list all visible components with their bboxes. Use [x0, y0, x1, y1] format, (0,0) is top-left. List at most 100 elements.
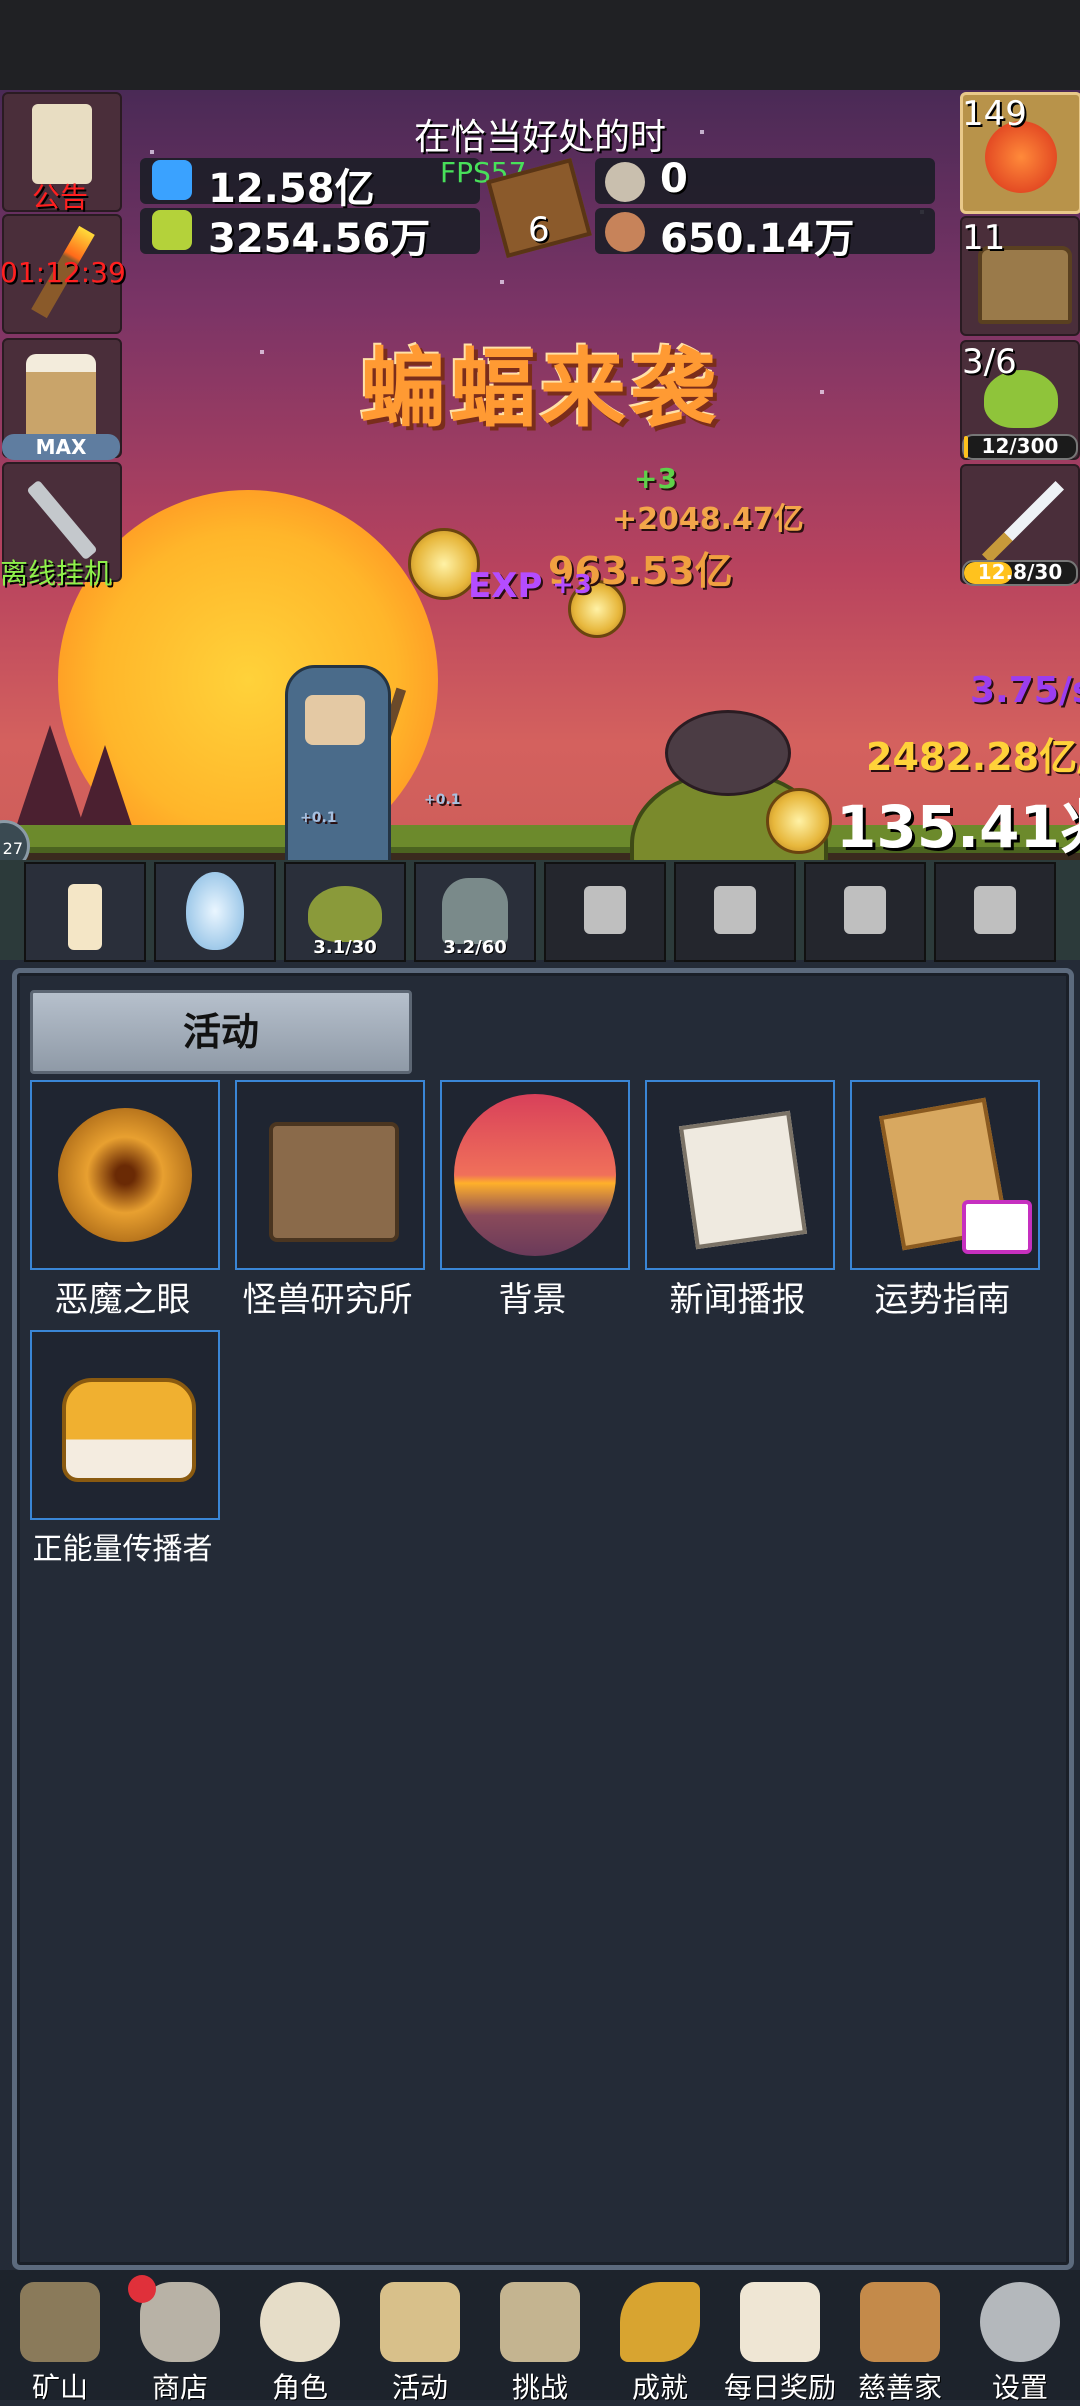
slime-icon: [308, 886, 382, 942]
nav-challenge[interactable]: 挑战: [480, 2270, 600, 2404]
hero-face: [305, 695, 365, 745]
activity-label: 新闻播报: [669, 1280, 806, 1320]
sword-progress-text: 12.8/30: [977, 560, 1063, 584]
slime-fraction: 3/6: [962, 342, 1017, 382]
map-icon: [500, 2282, 580, 2362]
resource-panel-right-top: [595, 158, 935, 204]
activity-label: 怪兽研究所: [242, 1280, 413, 1320]
nav-daily-reward[interactable]: 每日奖励: [720, 2270, 840, 2404]
chest-count: 11: [962, 218, 1006, 258]
nav-label: 挑战: [511, 2371, 568, 2404]
envelope-icon: [740, 2282, 820, 2362]
nav-label: 设置: [991, 2371, 1048, 2404]
activity-fortune[interactable]: [850, 1080, 1040, 1270]
blue-potion-icon: [152, 160, 192, 200]
nav-mine[interactable]: 矿山: [0, 2270, 120, 2404]
monster-lab-icon: [269, 1122, 399, 1242]
summon-slot-ghost[interactable]: 3.2/60: [414, 862, 536, 962]
star: [260, 350, 264, 354]
status-bar: [0, 0, 1080, 90]
candle-icon: [68, 884, 102, 950]
activity-label: 正能量传播者: [32, 1532, 213, 1567]
activity-label: 运势指南: [874, 1280, 1011, 1320]
newspaper-icon: [678, 1110, 808, 1250]
key-icon: [620, 2282, 700, 2362]
meat-icon: [605, 212, 645, 252]
stone-value: 0: [660, 156, 688, 202]
nav-philanthropist[interactable]: 慈善家: [840, 2270, 960, 2404]
nav-activity[interactable]: 活动: [360, 2270, 480, 2404]
activity-label: 背景: [498, 1280, 567, 1320]
sword-progress-bar: 12.8/30: [962, 560, 1078, 586]
summon-slot-locked[interactable]: [544, 862, 666, 962]
summon-slot-slime[interactable]: 3.1/30: [284, 862, 406, 962]
torch-timer: 01:12:39: [0, 256, 126, 289]
bread-icon: [860, 2282, 940, 2362]
exp-gain: +3: [552, 570, 592, 600]
lock-icon: [714, 886, 756, 934]
heart-bubble-icon: [962, 1200, 1032, 1254]
slime-progress-bar: 12/300: [962, 434, 1078, 460]
gold-coin-icon: [766, 788, 832, 854]
slime-gain: +3: [634, 462, 677, 495]
summon-slot-locked[interactable]: [674, 862, 796, 962]
crown-icon: [62, 1378, 196, 1482]
scroll-icon: [380, 2282, 460, 2362]
skull-icon: [260, 2282, 340, 2362]
slot-label: 3.1/30: [313, 937, 377, 958]
purple-rate: 3.75/s: [970, 670, 1080, 711]
demon-eye-icon: [58, 1108, 192, 1242]
activity-demon-eye[interactable]: [30, 1080, 220, 1270]
summon-slot-candle[interactable]: [24, 862, 146, 962]
small-gain: +0.1: [424, 792, 461, 808]
nav-label: 成就: [631, 2371, 688, 2404]
gear-icon: [980, 2282, 1060, 2362]
meat-value: 650.14万: [660, 216, 855, 262]
nav-label: 矿山: [31, 2371, 88, 2404]
slot-label: 3.2/60: [443, 937, 507, 958]
small-gain: +0.1: [300, 810, 337, 826]
stone-icon: [605, 162, 645, 202]
lantern-icon: [20, 2282, 100, 2362]
lock-icon: [584, 886, 626, 934]
summon-slot-locked[interactable]: [804, 862, 926, 962]
nav-label: 角色: [271, 2371, 328, 2404]
beer-max-badge: MAX: [2, 434, 120, 460]
summon-slot-locked[interactable]: [934, 862, 1056, 962]
scroll-icon: [32, 104, 92, 184]
shop-notification-badge: [128, 2275, 156, 2303]
notice-label: 公告: [32, 181, 89, 214]
nav-label: 每日奖励: [723, 2371, 836, 2404]
lock-icon: [844, 886, 886, 934]
green-potion-value: 3254.56万: [208, 216, 431, 262]
activity-positive-energy[interactable]: [30, 1330, 220, 1520]
book-count: 6: [528, 210, 550, 250]
location-title: 在恰当好处的时: [413, 117, 666, 158]
sunset-icon: [454, 1094, 616, 1256]
activity-tab[interactable]: 活动: [30, 990, 412, 1074]
green-potion-icon: [152, 210, 192, 250]
key-icon: [26, 479, 98, 561]
star: [500, 280, 504, 284]
nav-achievement[interactable]: 成就: [600, 2270, 720, 2404]
event-banner[interactable]: 蝙蝠来袭: [325, 318, 755, 443]
bat-monster[interactable]: [665, 710, 791, 796]
activity-monster-lab[interactable]: [235, 1080, 425, 1270]
activity-news[interactable]: [645, 1080, 835, 1270]
nav-settings[interactable]: 设置: [960, 2270, 1080, 2404]
summon-slot-egg[interactable]: [154, 862, 276, 962]
potion-count: 149: [962, 94, 1027, 134]
damage-text: +2048.47亿: [612, 502, 804, 537]
ghost-icon: [442, 878, 508, 944]
exp-label: EXP: [468, 566, 543, 606]
slime-progress-text: 12/300: [981, 434, 1059, 458]
gold-rate: 2482.28亿/s: [866, 735, 1080, 779]
activity-label: 恶魔之眼: [54, 1280, 191, 1320]
activity-background[interactable]: [440, 1080, 630, 1270]
gold-total: 135.41兆: [836, 793, 1080, 861]
nav-character[interactable]: 角色: [240, 2270, 360, 2404]
nav-label: 商店: [151, 2371, 208, 2404]
nav-label: 活动: [391, 2371, 448, 2404]
offline-label: 离线挂机: [0, 557, 113, 590]
star: [820, 390, 824, 394]
